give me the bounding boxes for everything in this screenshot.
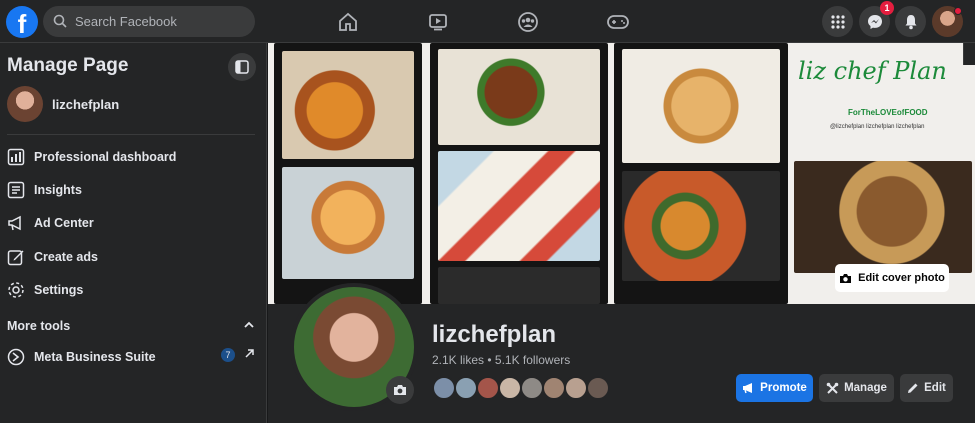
sidebar-item-label: Settings — [34, 283, 84, 297]
promote-label: Promote — [760, 382, 807, 394]
edit-cover-label: Edit cover photo — [858, 272, 945, 284]
food-photo — [438, 151, 600, 261]
bell-icon — [905, 14, 916, 29]
brand-tagline: ForTheLOVEofFOOD — [848, 108, 928, 117]
follower-avatar[interactable] — [520, 376, 544, 400]
follower-avatar[interactable] — [476, 376, 500, 400]
page-avatar — [7, 86, 43, 122]
groups-nav-button[interactable] — [498, 6, 558, 37]
follower-avatar[interactable] — [454, 376, 478, 400]
update-profile-picture-button[interactable] — [386, 376, 414, 404]
follower-avatar[interactable] — [498, 376, 522, 400]
watch-nav-button[interactable] — [408, 6, 468, 37]
search-box[interactable] — [43, 6, 255, 37]
sidebar-item-label: Ad Center — [34, 216, 94, 230]
food-photo — [794, 161, 972, 273]
home-icon — [339, 12, 357, 31]
sidebar-item-settings[interactable]: Settings — [6, 276, 83, 304]
camera-icon — [394, 385, 406, 395]
sidebar-item-label: Meta Business Suite — [34, 350, 156, 364]
food-photo — [282, 167, 414, 279]
sidebar-title: Manage Page — [7, 55, 129, 76]
sidebar-divider — [7, 134, 255, 135]
menu-button[interactable] — [822, 6, 853, 37]
dashboard-icon — [6, 147, 26, 167]
sidebar-item-label: Create ads — [34, 250, 98, 264]
megaphone-icon — [743, 383, 753, 394]
follower-avatar[interactable] — [432, 376, 456, 400]
meta-business-suite-badge: 7 — [221, 348, 235, 362]
sidebar-item-label: Professional dashboard — [34, 150, 177, 164]
follower-avatar[interactable] — [564, 376, 588, 400]
page-name: lizchefplan — [52, 96, 120, 112]
brand-logo: liz chef Plan ForTheLOVEofFOOD @lizchefp… — [796, 53, 972, 163]
gear-icon — [6, 280, 26, 300]
food-photo — [282, 51, 414, 159]
top-navigation-bar: f 1 — [0, 0, 975, 43]
page-main: liz chef Plan ForTheLOVEofFOOD @lizchefp… — [268, 43, 975, 423]
follower-avatar[interactable] — [542, 376, 566, 400]
account-status-dot — [954, 7, 962, 15]
edit-cover-photo-button[interactable]: Edit cover photo — [835, 264, 949, 292]
sidebar-item-insights[interactable]: Insights — [6, 176, 82, 204]
food-photo — [438, 267, 600, 304]
page-switcher[interactable]: lizchefplan — [7, 86, 119, 122]
promote-button[interactable]: Promote — [736, 374, 813, 402]
notifications-button[interactable] — [895, 6, 926, 37]
groups-icon — [518, 11, 538, 32]
chevron-up-icon[interactable] — [243, 319, 255, 331]
edit-label: Edit — [924, 382, 946, 394]
manage-label: Manage — [844, 382, 887, 394]
more-tools-heading: More tools — [7, 319, 71, 333]
search-icon — [53, 14, 67, 28]
sidebar-item-create-ads[interactable]: Create ads — [6, 243, 98, 271]
watch-icon — [429, 13, 447, 30]
gaming-icon — [607, 14, 629, 29]
sidebar-item-ad-center[interactable]: Ad Center — [6, 209, 94, 237]
food-photo — [622, 171, 780, 281]
gaming-nav-button[interactable] — [588, 6, 648, 37]
likes-followers-count[interactable]: 2.1K likes • 5.1K followers — [432, 353, 570, 367]
meta-business-suite-icon — [6, 347, 26, 367]
sidebar-toggle-icon — [235, 60, 249, 74]
follower-avatar[interactable] — [586, 376, 610, 400]
food-photo — [438, 49, 600, 145]
brand-handles: @lizchefplan lizchefplan lizchefplan — [830, 124, 925, 130]
page-scrollbar[interactable] — [963, 43, 975, 65]
sidebar-item-professional-dashboard[interactable]: Professional dashboard — [6, 143, 176, 171]
home-nav-button[interactable] — [318, 6, 378, 37]
insights-icon — [6, 180, 26, 200]
messenger-notification-badge: 1 — [880, 1, 894, 15]
edit-button[interactable]: Edit — [900, 374, 953, 402]
megaphone-icon — [6, 213, 26, 233]
cover-photo: liz chef Plan ForTheLOVEofFOOD @lizchefp… — [268, 43, 975, 304]
camera-icon — [840, 273, 852, 283]
pencil-square-icon — [6, 247, 26, 267]
sidebar-item-label: Insights — [34, 183, 82, 197]
food-photo — [622, 49, 780, 163]
messenger-button[interactable]: 1 — [859, 1, 894, 37]
profile-name: lizchefplan — [432, 321, 557, 348]
manage-button[interactable]: Manage — [819, 374, 894, 402]
sidebar-item-meta-business-suite[interactable]: Meta Business Suite — [6, 345, 258, 369]
manage-page-sidebar: Manage Page lizchefplan Professional das… — [0, 43, 267, 423]
tools-icon — [826, 382, 839, 394]
external-link-arrow-icon[interactable] — [244, 348, 255, 359]
grid-menu-icon — [830, 14, 845, 29]
messenger-icon — [867, 14, 882, 29]
facebook-logo-icon[interactable]: f — [6, 6, 38, 39]
pencil-icon — [908, 383, 918, 393]
search-input[interactable] — [75, 6, 245, 37]
collapse-sidebar-button[interactable] — [228, 53, 256, 81]
brand-logo-text: liz chef Plan — [798, 57, 947, 85]
